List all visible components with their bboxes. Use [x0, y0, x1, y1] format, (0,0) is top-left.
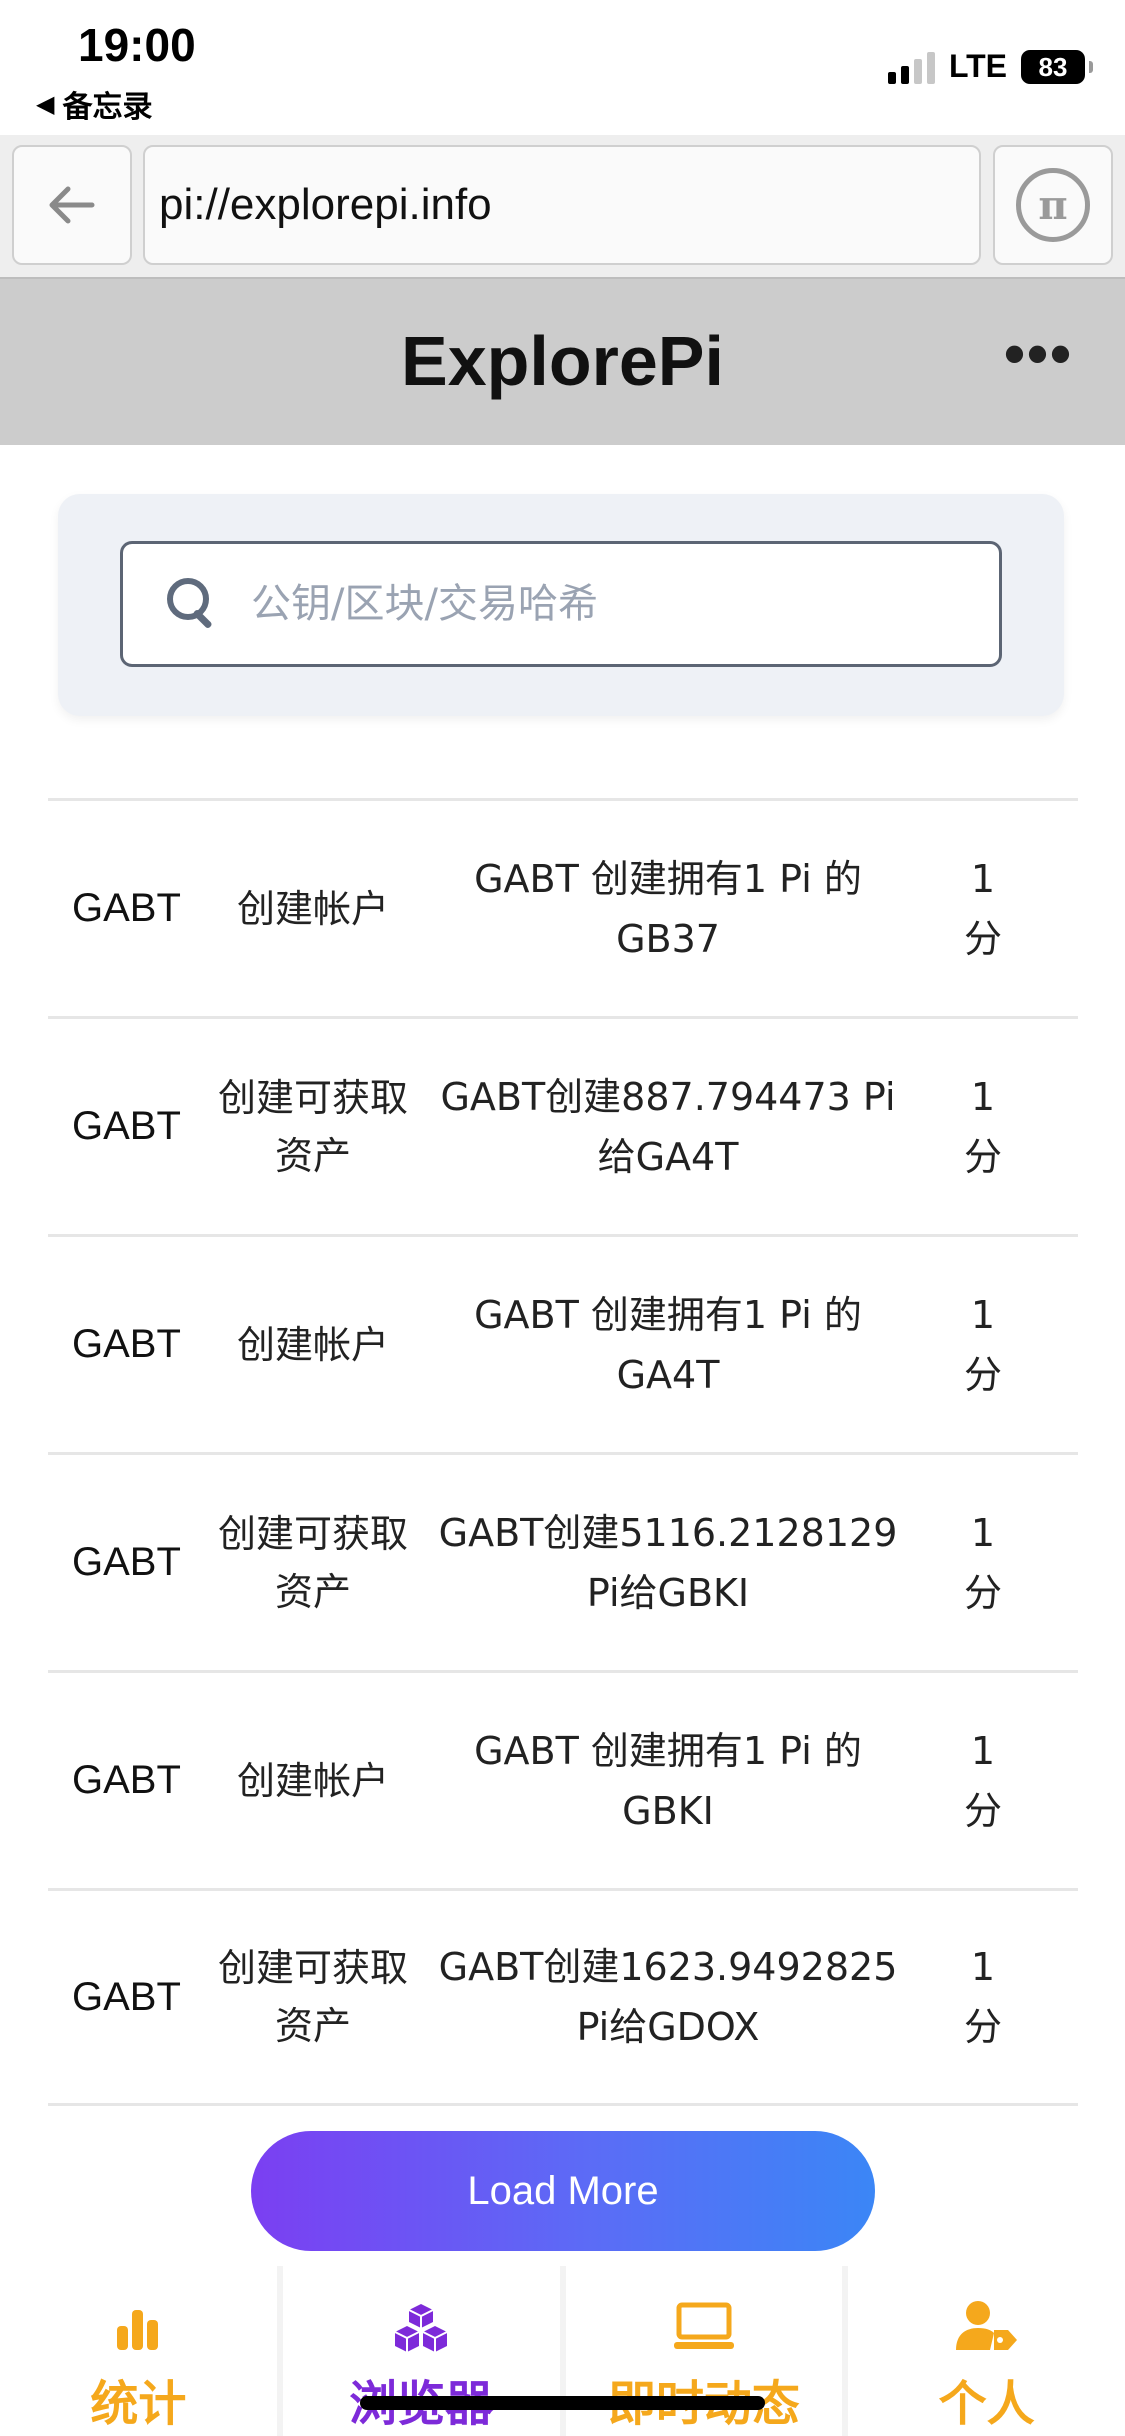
tx-account[interactable]: GABT	[48, 886, 208, 931]
status-indicators: LTE 83	[887, 48, 1093, 85]
back-triangle-icon: ◀	[36, 90, 55, 118]
transaction-list: GABT 创建帐户 GABT 创建拥有1 Pi 的 GB37 1 分 GABT …	[48, 798, 1078, 2106]
tab-explorer[interactable]: 浏览器	[276, 2266, 560, 2436]
table-row[interactable]: GABT 创建可获取资产 GABT创建887.794473 Pi给GA4T 1 …	[48, 1016, 1078, 1234]
blocks-icon	[392, 2292, 450, 2352]
tx-description: GABT创建1623.9492825 Pi给GDOX	[438, 1945, 898, 2049]
table-row[interactable]: GABT 创建可获取资产 GABT创建5116.2128129 Pi给GBKI …	[48, 1452, 1078, 1670]
tab-label: 个人	[938, 2376, 1035, 2432]
arrow-left-icon	[49, 186, 95, 224]
table-row[interactable]: GABT 创建可获取资产 GABT创建1623.9492825 Pi给GDOX …	[48, 1888, 1078, 2106]
url-field[interactable]: pi://explorepi.info	[143, 145, 981, 265]
back-app-label: 备忘录	[62, 91, 153, 124]
tx-type: 创建帐户	[236, 1758, 389, 1803]
back-to-app-link[interactable]: ◀ 备忘录	[36, 82, 152, 126]
tx-time: 1 分	[963, 1074, 1002, 1179]
bottom-tab-bar: 统计 浏览器 即时动态	[0, 2266, 1125, 2436]
tx-type: 创建可获取资产	[218, 1511, 409, 1614]
table-row[interactable]: GABT 创建帐户 GABT 创建拥有1 Pi 的 GA4T 1 分	[48, 1234, 1078, 1452]
status-bar: 19:00 ◀ 备忘录 LTE 83	[0, 0, 1125, 135]
monitor-icon	[673, 2292, 735, 2352]
tx-description: GABT创建5116.2128129 Pi给GBKI	[438, 1510, 898, 1615]
tx-account[interactable]: GABT	[48, 1758, 208, 1803]
home-indicator[interactable]	[360, 2396, 765, 2410]
tx-account[interactable]: GABT	[48, 1322, 208, 1367]
tx-description: GABT 创建拥有1 Pi 的 GBKI	[474, 1728, 862, 1833]
tab-label: 统计	[90, 2376, 187, 2432]
tab-statistics[interactable]: 统计	[0, 2266, 277, 2436]
tx-type: 创建帐户	[236, 886, 389, 931]
bar-chart-icon	[115, 2292, 161, 2352]
table-row[interactable]: GABT 创建帐户 GABT 创建拥有1 Pi 的 GB37 1 分	[48, 798, 1078, 1016]
tx-description: GABT 创建拥有1 Pi 的 GA4T	[474, 1292, 862, 1397]
browser-back-button[interactable]	[12, 145, 132, 265]
table-row[interactable]: GABT 创建帐户 GABT 创建拥有1 Pi 的 GBKI 1 分	[48, 1670, 1078, 1888]
search-box[interactable]	[120, 541, 1002, 667]
more-options-button[interactable]: •••	[1004, 319, 1073, 388]
pi-logo-icon: π	[1016, 168, 1090, 242]
browser-toolbar: pi://explorepi.info π	[0, 135, 1125, 277]
search-input[interactable]	[251, 581, 951, 627]
pi-wallet-button[interactable]: π	[993, 145, 1113, 265]
load-more-button[interactable]: Load More	[251, 2131, 875, 2251]
tx-description: GABT 创建拥有1 Pi 的 GB37	[474, 856, 862, 961]
tx-type: 创建可获取资产	[218, 1075, 409, 1178]
tab-live-feed[interactable]: 即时动态	[559, 2266, 843, 2436]
tx-account[interactable]: GABT	[48, 1104, 208, 1149]
search-icon	[163, 574, 223, 634]
tx-time: 1 分	[963, 856, 1002, 961]
network-type: LTE	[948, 48, 1007, 84]
tx-account[interactable]: GABT	[48, 1975, 208, 2020]
tx-type: 创建可获取资产	[218, 1946, 409, 2048]
tx-time: 1 分	[963, 1292, 1002, 1397]
url-text: pi://explorepi.info	[159, 180, 492, 229]
tab-profile[interactable]: 个人	[842, 2266, 1125, 2436]
battery-level: 83	[1038, 51, 1068, 82]
tx-time: 1 分	[963, 1945, 1002, 2049]
cellular-signal-icon	[887, 50, 935, 84]
battery-icon: 83	[1021, 49, 1093, 84]
app-header: ExplorePi •••	[0, 277, 1125, 445]
page-title: ExplorePi	[401, 322, 724, 400]
clock: 19:00	[78, 19, 196, 71]
tx-account[interactable]: GABT	[48, 1540, 208, 1585]
tx-time: 1 分	[963, 1510, 1002, 1615]
user-tag-icon	[955, 2292, 1018, 2352]
tx-time: 1 分	[963, 1728, 1002, 1833]
tx-type: 创建帐户	[236, 1322, 389, 1367]
tx-description: GABT创建887.794473 Pi给GA4T	[440, 1074, 896, 1179]
search-card	[58, 494, 1064, 716]
